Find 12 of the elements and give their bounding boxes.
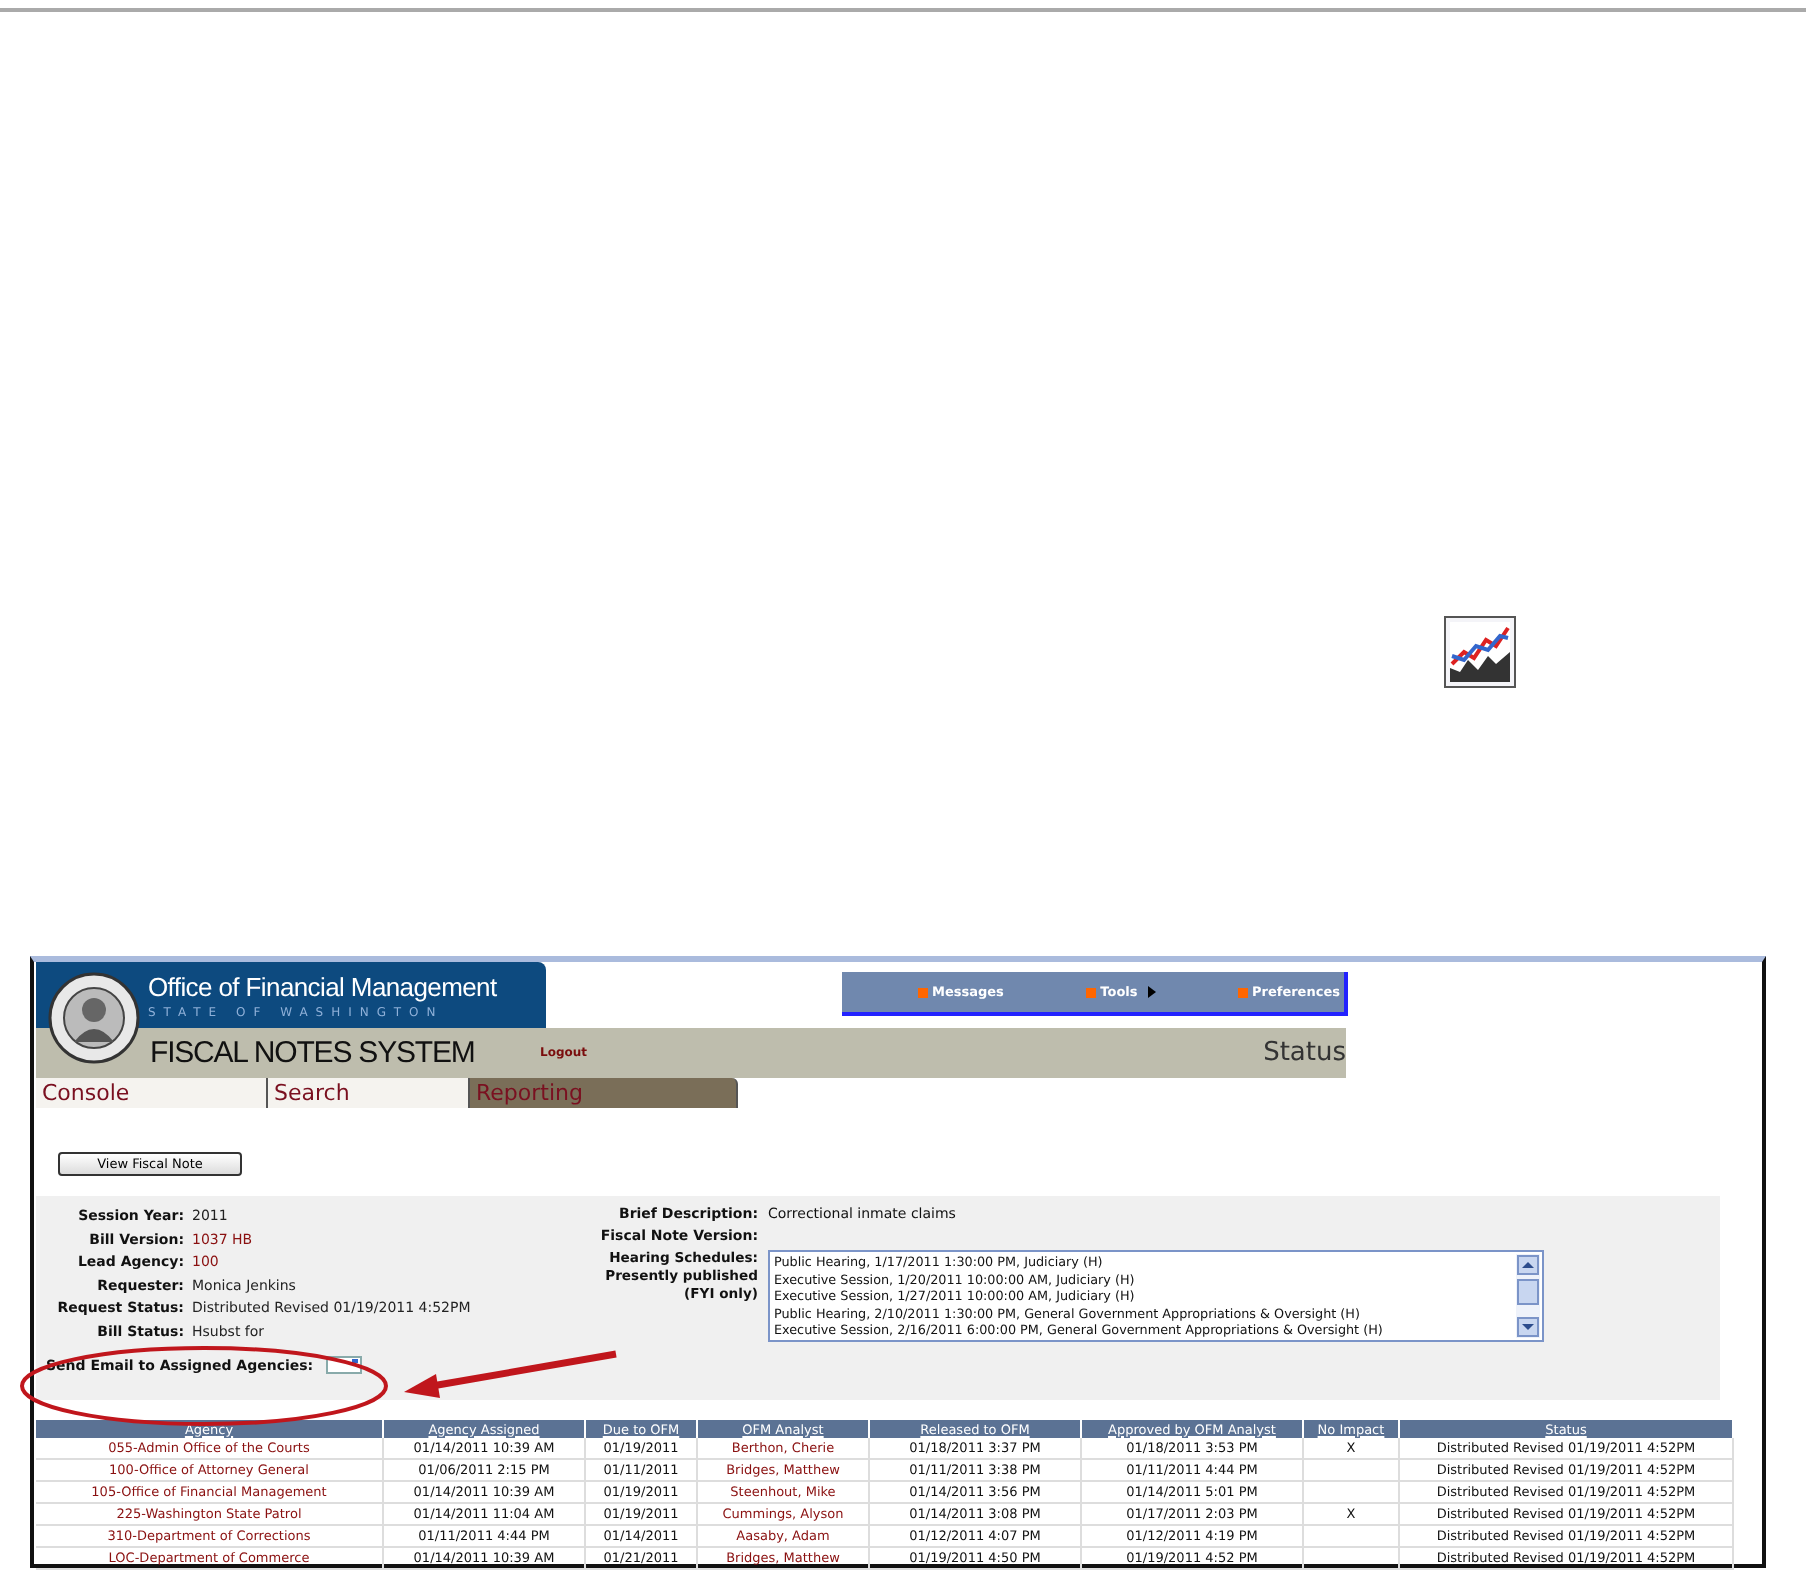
chart-icon[interactable] [1444, 616, 1516, 688]
page-title: Status [1263, 1038, 1346, 1068]
bullet-icon [918, 987, 928, 997]
tab[interactable]: Console [36, 1078, 268, 1108]
bullet-icon [1086, 987, 1097, 997]
bullet-icon [1237, 987, 1248, 997]
hearing-list[interactable] [768, 1250, 1544, 1342]
app-title: Office of Financial Management [148, 970, 499, 1006]
scrollbar[interactable] [1516, 1254, 1540, 1338]
submenu-icon [1147, 986, 1156, 998]
system-name: FISCAL NOTES SYSTEM [150, 1036, 477, 1070]
tab[interactable]: Search [268, 1078, 470, 1108]
